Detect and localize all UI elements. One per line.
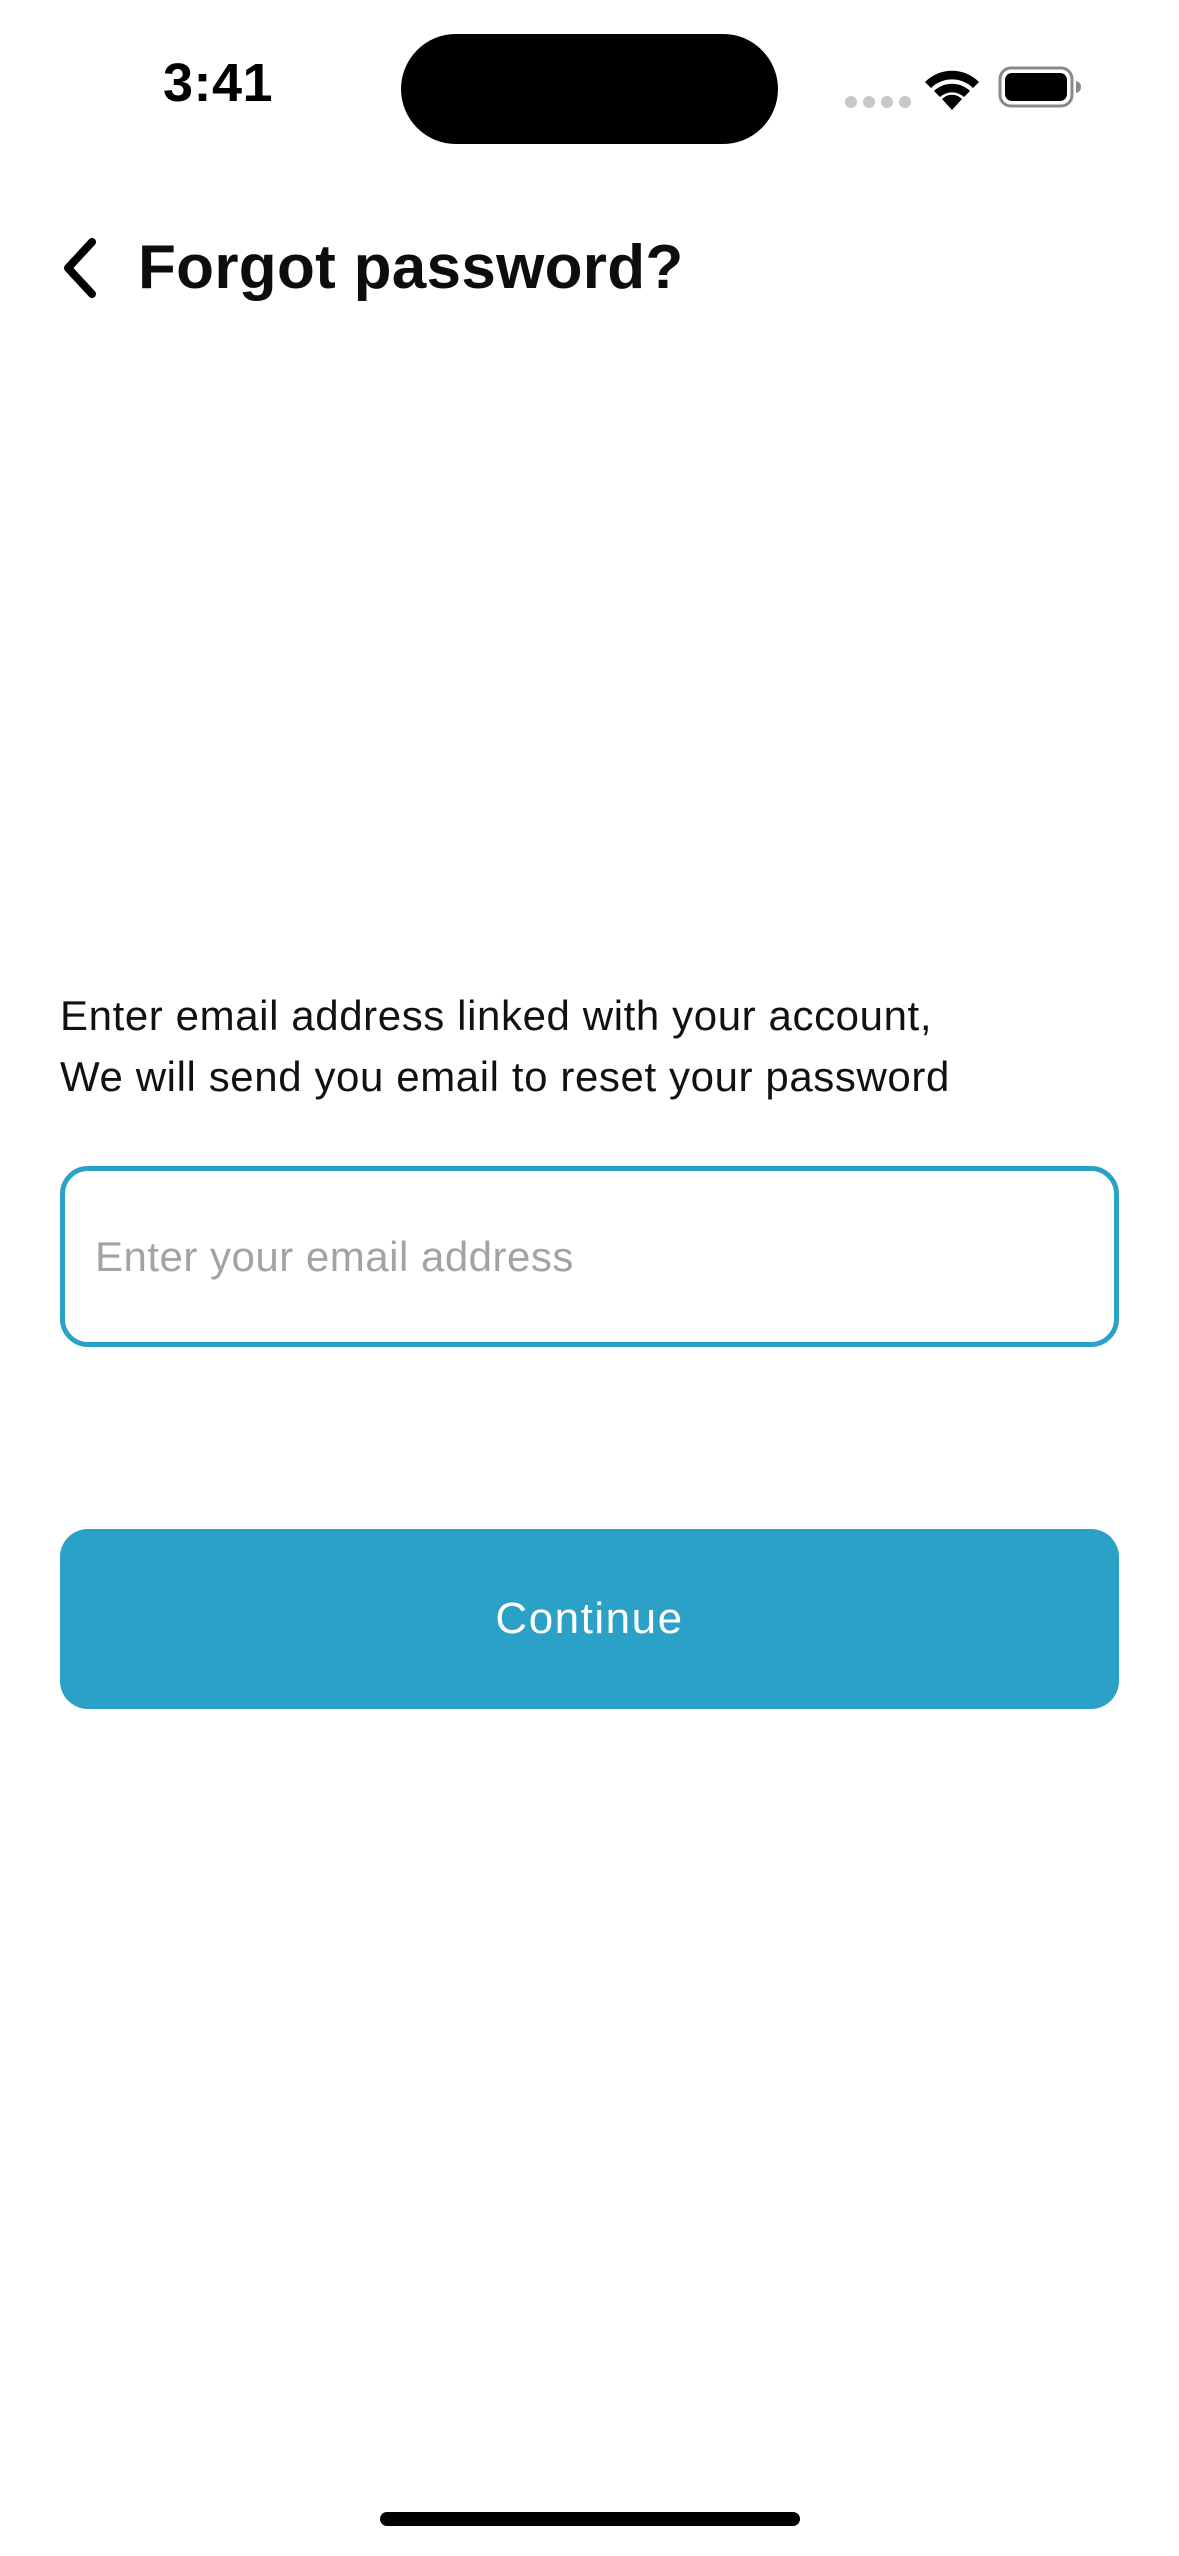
cellular-signal-icon bbox=[845, 96, 911, 108]
wifi-icon bbox=[925, 70, 979, 110]
email-field-container bbox=[60, 1166, 1119, 1347]
page-title: Forgot password? bbox=[138, 233, 684, 302]
dynamic-island bbox=[401, 34, 778, 144]
status-time: 3:41 bbox=[163, 53, 274, 113]
instructions-line-2: We will send you email to reset your pas… bbox=[60, 1053, 950, 1100]
instructions-text: Enter email address linked with your acc… bbox=[60, 985, 1140, 1107]
continue-button[interactable]: Continue bbox=[60, 1529, 1119, 1709]
email-field[interactable] bbox=[65, 1171, 1114, 1342]
chevron-left-icon bbox=[64, 238, 96, 298]
back-button[interactable] bbox=[50, 228, 110, 308]
home-indicator[interactable] bbox=[380, 2512, 800, 2526]
battery-icon bbox=[998, 66, 1081, 108]
instructions-line-1: Enter email address linked with your acc… bbox=[60, 992, 933, 1039]
